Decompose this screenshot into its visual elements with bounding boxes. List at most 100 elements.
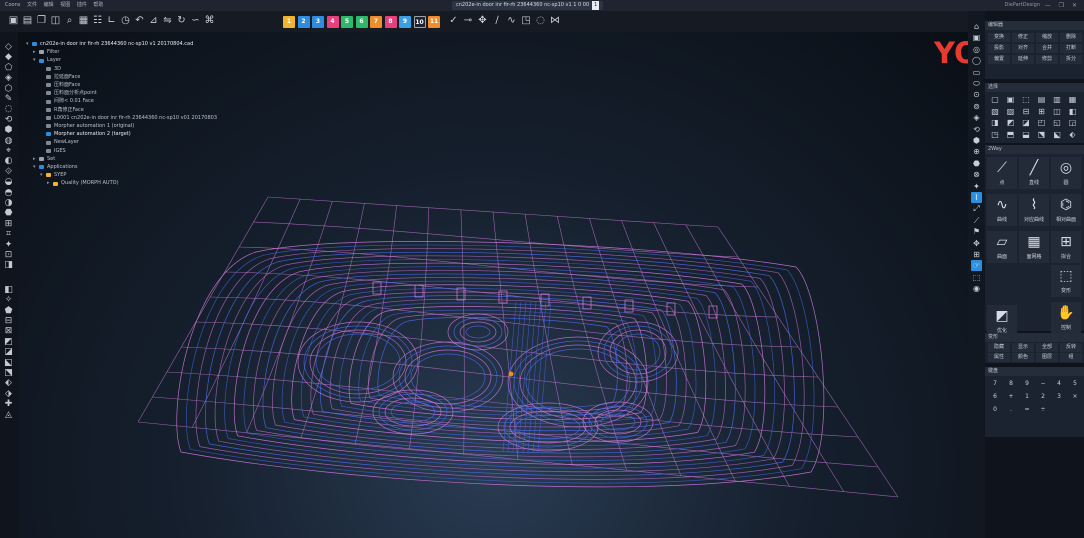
editor-button[interactable]: 拆分 <box>1060 55 1082 64</box>
keypad-key[interactable]: = <box>1020 405 1034 414</box>
color-chip-5[interactable]: 5 <box>341 16 353 28</box>
editor-button[interactable]: 投影 <box>988 44 1010 53</box>
tree-node[interactable]: IGES <box>26 147 217 155</box>
tree-node[interactable]: ▸ Filter <box>26 48 217 56</box>
tree-node[interactable]: 3D <box>26 65 217 73</box>
tree-node[interactable]: 压料面分析点point <box>26 89 217 97</box>
keypad-key[interactable]: ÷ <box>1036 405 1050 414</box>
keypad-key[interactable]: + <box>1004 392 1018 401</box>
polygon-tool-icon[interactable]: ⬠ <box>3 63 14 74</box>
split-tool-icon[interactable]: ◨ <box>3 260 14 271</box>
tree-node[interactable]: ▾ cn202e-in door inr fir-rh 23644360 nc-s… <box>26 40 217 48</box>
2way-tool-button[interactable]: ⊞ 拟合 <box>1051 231 1081 263</box>
select-filter-icon[interactable]: ◱ <box>1050 118 1064 127</box>
clock-icon[interactable]: ◷ <box>120 15 131 26</box>
2way-tool-button[interactable]: ╱ 直线 <box>1019 157 1049 189</box>
keypad-key[interactable]: 3 <box>1052 392 1066 401</box>
strip-tool-2-icon[interactable]: ▣ <box>971 32 982 43</box>
strip-tool-4-icon[interactable]: ◯ <box>971 55 982 66</box>
menu-item-app[interactable]: Coons <box>5 0 20 11</box>
morph-button[interactable]: 全部 <box>1036 343 1058 352</box>
layers-icon[interactable]: ◫ <box>50 15 61 26</box>
select-filter-icon[interactable]: ⬕ <box>1050 130 1064 139</box>
mirror2-tool-icon[interactable]: ⬗ <box>3 389 14 400</box>
table-icon[interactable]: ☷ <box>92 15 103 26</box>
offset-tool-icon[interactable]: ◑ <box>3 198 14 209</box>
editor-button[interactable]: 打断 <box>1060 44 1082 53</box>
move-icon[interactable]: ✥ <box>477 15 488 26</box>
curve-icon[interactable]: ∽ <box>190 15 201 26</box>
tree-node[interactable]: ▾ SYEP <box>26 171 217 179</box>
edit-tool-icon[interactable]: ✎ <box>3 94 14 105</box>
minus-tool-icon[interactable]: ⊟ <box>3 316 14 327</box>
mirror-tool-icon[interactable]: ⬖ <box>3 378 14 389</box>
keypad-key[interactable]: 2 <box>1036 392 1050 401</box>
corner-tool-icon[interactable]: ◩ <box>3 337 14 348</box>
select-filter-icon[interactable]: ▦ <box>1066 95 1080 104</box>
select-filter-icon[interactable]: ▣ <box>1004 95 1018 104</box>
morph-button[interactable]: 反转 <box>1060 343 1082 352</box>
morph-button[interactable]: 隐藏 <box>988 343 1010 352</box>
strip-tool-15-icon[interactable]: ✦ <box>971 181 982 192</box>
trim-tool-icon[interactable]: ◒ <box>3 177 14 188</box>
select-filter-icon[interactable]: ⊟ <box>1019 107 1033 116</box>
tree-node[interactable]: L0001 cn202e-in door inr fir-rh 23644360… <box>26 114 217 122</box>
editor-button[interactable]: 合并 <box>1036 44 1058 53</box>
select-filter-icon[interactable]: ◧ <box>1066 107 1080 116</box>
2way-tool-button[interactable]: ◎ 圆 <box>1051 157 1081 189</box>
solid-tool-icon[interactable]: ⬢ <box>3 125 14 136</box>
strip-tool-10-icon[interactable]: ⟲ <box>971 124 982 135</box>
strip-tool-21-icon[interactable]: ⊞ <box>971 249 982 260</box>
2way-tool-button[interactable]: ⌇ 对应曲线 <box>1019 194 1049 226</box>
2way-tool-button[interactable]: ▦ 面网格 <box>1019 231 1049 263</box>
select-filter-icon[interactable]: ⬒ <box>1004 130 1018 139</box>
2way-tool-button[interactable]: ✋ 控制 <box>1051 302 1081 334</box>
morph-button[interactable]: 属性 <box>988 353 1010 362</box>
flip-tool-icon[interactable]: ⬕ <box>3 358 14 369</box>
hatch-tool-icon[interactable]: ⌗ <box>3 229 14 240</box>
select-filter-icon[interactable]: ◳ <box>988 130 1002 139</box>
color-chip-4[interactable]: 4 <box>326 16 339 28</box>
strip-tool-9-icon[interactable]: ◈ <box>971 112 982 123</box>
keypad-key[interactable]: 8 <box>1004 379 1018 388</box>
merge-tool-icon[interactable]: ◧ <box>3 285 14 296</box>
color-chip-3[interactable]: 3 <box>312 16 324 28</box>
flip-icon[interactable]: ⇋ <box>162 15 173 26</box>
select-filter-icon[interactable]: ▥ <box>1050 95 1064 104</box>
color-chip-7[interactable]: 7 <box>370 16 382 28</box>
extend-tool-icon[interactable]: ◓ <box>3 188 14 199</box>
flip2-tool-icon[interactable]: ⬔ <box>3 368 14 379</box>
select-filter-icon[interactable]: ⬔ <box>1035 130 1049 139</box>
menu-item-edit[interactable]: 编辑 <box>44 0 54 11</box>
color-chip-2[interactable]: 2 <box>297 16 310 28</box>
save-as-icon[interactable]: ▤ <box>22 15 33 26</box>
target-tool-icon[interactable]: ⌖ <box>3 146 14 157</box>
tree-node[interactable]: 拉延面Face <box>26 73 217 81</box>
select-filter-icon[interactable]: ◲ <box>1066 118 1080 127</box>
keypad-key[interactable]: 0 <box>988 405 1002 414</box>
editor-button[interactable]: 偏置 <box>988 55 1010 64</box>
star-tool-icon[interactable]: ✦ <box>3 240 14 251</box>
point-tool-icon[interactable]: ◇ <box>3 42 14 53</box>
angle-icon[interactable]: ∟ <box>106 15 117 26</box>
morph-button[interactable]: 显示 <box>1012 343 1034 352</box>
select-filter-icon[interactable]: ▨ <box>1004 107 1018 116</box>
cross-tool-icon[interactable]: ⊠ <box>3 326 14 337</box>
fillet-tool-icon[interactable]: ⟐ <box>3 167 14 178</box>
shape-icon[interactable]: ⌘ <box>204 15 215 26</box>
spline-icon[interactable]: ∿ <box>506 15 517 26</box>
tree-node[interactable]: 压料面Face <box>26 81 217 89</box>
solid2-tool-icon[interactable]: ⬣ <box>3 208 14 219</box>
select-filter-icon[interactable]: ⬓ <box>1019 130 1033 139</box>
shape-tool-icon[interactable]: ⬟ <box>3 306 14 317</box>
window-controls[interactable]: — ❐ ✕ <box>1045 0 1080 11</box>
select-filter-icon[interactable]: ▧ <box>988 107 1002 116</box>
tree-node[interactable]: Morpher automation 1 (original) <box>26 122 217 130</box>
color-chip-1[interactable]: 1 <box>283 16 295 28</box>
menu-item-plugin[interactable]: 插件 <box>77 0 87 11</box>
tree-node[interactable]: 间隙< 0.01 Face <box>26 97 217 105</box>
undo-icon[interactable]: ↶ <box>134 15 145 26</box>
editor-button[interactable]: 删除 <box>1060 33 1082 42</box>
tree-node[interactable]: ▾ Layer <box>26 56 217 64</box>
2way-tool-button[interactable]: ⌬ 相对曲面 <box>1051 194 1081 226</box>
